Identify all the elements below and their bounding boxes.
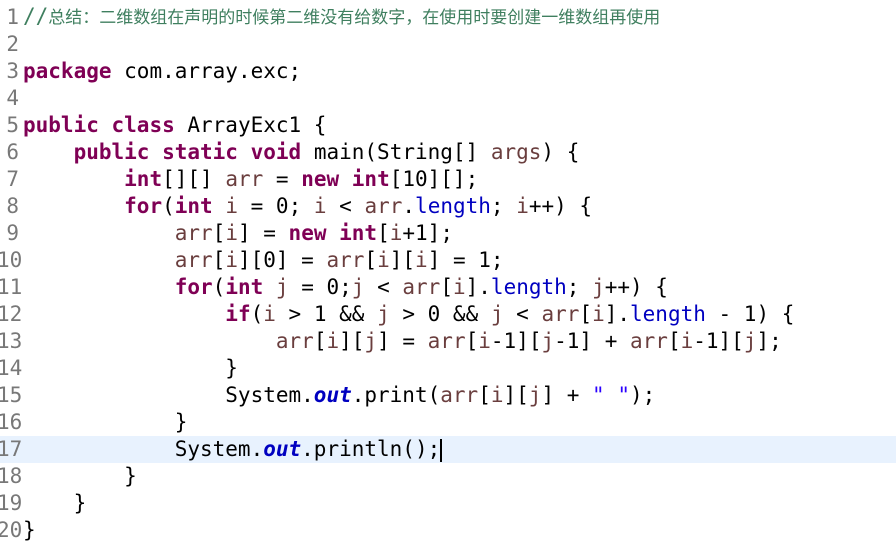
code-line[interactable]: 19 } <box>0 490 896 517</box>
line-number: 5 <box>6 113 19 137</box>
line-number: 10 <box>0 248 23 272</box>
line-number: 4 <box>6 86 19 110</box>
line-number: 3 <box>6 59 19 83</box>
code-text[interactable]: int[][] arr = new int[10][]; <box>23 166 478 193</box>
code-text[interactable]: System.out.print(arr[i][j] + " "); <box>23 382 655 409</box>
code-line[interactable]: 9 arr[i] = new int[i+1]; <box>0 220 896 247</box>
code-line[interactable]: 11 for(int j = 0;j < arr[i].length; j++)… <box>0 274 896 301</box>
code-editor[interactable]: 1//总结：二维数组在声明的时候第二维没有给数字，在使用时要创建一维数组再使用 2… <box>0 0 896 556</box>
code-text[interactable]: } <box>23 463 137 490</box>
code-line[interactable]: 15 System.out.print(arr[i][j] + " "); <box>0 382 896 409</box>
code-text[interactable]: } <box>23 490 87 517</box>
line-number: 20 <box>0 518 23 542</box>
code-line[interactable]: 13 arr[i][j] = arr[i-1][j-1] + arr[i-1][… <box>0 328 896 355</box>
line-number: 13 <box>0 329 23 353</box>
code-line[interactable]: 17 System.out.println(); <box>0 436 896 463</box>
code-text[interactable]: public class ArrayExc1 { <box>23 112 326 139</box>
code-line[interactable]: 5 public class ArrayExc1 { <box>0 112 896 139</box>
code-text[interactable]: arr[i] = new int[i+1]; <box>23 220 453 247</box>
code-line[interactable]: 16 } <box>0 409 896 436</box>
line-number: 18 <box>0 464 23 488</box>
code-line[interactable]: 2 <box>0 31 896 58</box>
code-line[interactable]: 20} <box>0 517 896 544</box>
code-text[interactable]: package com.array.exc; <box>23 58 301 85</box>
code-line[interactable]: 18 } <box>0 463 896 490</box>
code-text[interactable]: } <box>23 355 238 382</box>
line-number: 2 <box>6 32 19 56</box>
code-line[interactable]: 12 if(i > 1 && j > 0 && j < arr[i].lengt… <box>0 301 896 328</box>
code-text[interactable]: arr[i][0] = arr[i][i] = 1; <box>23 247 504 274</box>
code-line[interactable]: 14 } <box>0 355 896 382</box>
line-number: 1 <box>6 5 19 29</box>
code-text[interactable]: } <box>23 409 188 436</box>
code-text[interactable]: for(int j = 0;j < arr[i].length; j++) { <box>23 274 668 301</box>
code-line[interactable]: 1//总结：二维数组在声明的时候第二维没有给数字，在使用时要创建一维数组再使用 <box>0 4 896 31</box>
code-line[interactable]: 10 arr[i][0] = arr[i][i] = 1; <box>0 247 896 274</box>
line-number: 14 <box>0 356 23 380</box>
code-text[interactable]: for(int i = 0; i < arr.length; i++) { <box>23 193 592 220</box>
code-line[interactable]: 6 public static void main(String[] args)… <box>0 139 896 166</box>
code-text[interactable]: if(i > 1 && j > 0 && j < arr[i].length -… <box>23 301 794 328</box>
code-text[interactable]: arr[i][j] = arr[i-1][j-1] + arr[i-1][j]; <box>23 328 782 355</box>
code-text[interactable]: public static void main(String[] args) { <box>23 139 580 166</box>
code-line[interactable]: 4 <box>0 85 896 112</box>
line-number: 16 <box>0 410 23 434</box>
code-text[interactable]: //总结：二维数组在声明的时候第二维没有给数字，在使用时要创建一维数组再使用 <box>23 3 660 32</box>
code-text[interactable]: } <box>23 517 36 544</box>
code-text[interactable]: System.out.println(); <box>23 436 443 463</box>
code-line[interactable]: 8 for(int i = 0; i < arr.length; i++) { <box>0 193 896 220</box>
line-number: 7 <box>6 167 19 191</box>
line-number: 17 <box>0 437 23 461</box>
line-number: 19 <box>0 491 23 515</box>
line-number: 9 <box>6 221 19 245</box>
line-number: 15 <box>0 383 23 407</box>
line-number: 8 <box>6 194 19 218</box>
text-cursor <box>440 438 443 462</box>
code-line[interactable]: 3 package com.array.exc; <box>0 58 896 85</box>
line-number: 12 <box>0 302 23 326</box>
line-number: 11 <box>0 275 23 299</box>
code-line[interactable]: 7 int[][] arr = new int[10][]; <box>0 166 896 193</box>
line-number: 6 <box>6 140 19 164</box>
